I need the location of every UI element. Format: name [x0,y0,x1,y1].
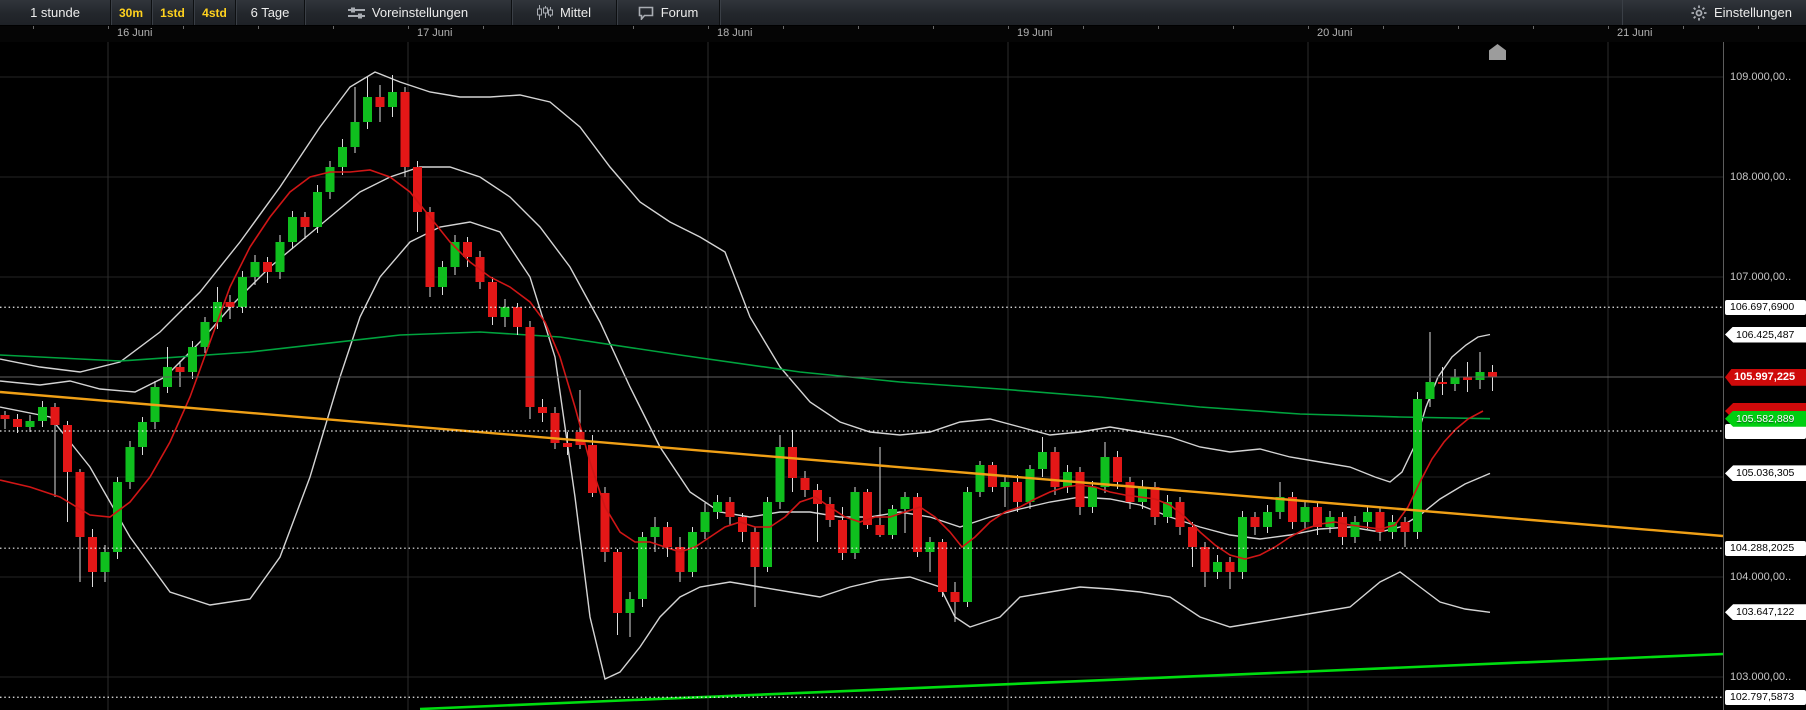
speech-bubble-icon [638,6,654,21]
timeframe-current-label: 1 stunde [30,5,80,20]
time-label: 18 Juni [717,27,753,39]
mittel-button[interactable]: Mittel [512,0,617,25]
timeframe-current-button[interactable]: 1 stunde [0,0,111,25]
candlestick-icon [536,5,553,20]
ma-green-tag: 105.582,889 [1725,410,1806,427]
toolbar: 1 stunde 30m 1std 4std 6 Tage Voreinstel… [0,0,1806,26]
einstellungen-button[interactable]: Einstellungen [1622,0,1806,25]
time-label: 16 Juni [117,27,153,39]
voreinstellungen-button[interactable]: Voreinstellungen [305,0,512,25]
chart-svg [0,42,1724,710]
forum-button[interactable]: Forum [617,0,720,25]
timeframe-4std-button[interactable]: 4std [194,0,236,25]
bollinger-middle-line [0,166,1491,540]
axis-price-label: 108.000,00.. [1730,170,1792,183]
alert-level-tag[interactable]: 102.797,5873 [1725,689,1806,705]
indicator-value-tag: 103.647,122 [1725,604,1806,621]
alert-level-tag[interactable]: 104.288,2025 [1725,540,1806,556]
time-axis[interactable]: 16 Juni 17 Juni 18 Juni 19 Juni 20 Juni 21 Ju… [0,25,1806,42]
price-axis[interactable]: 109.000,00.. 108.000,00.. 107.000,00.. 104.… [1723,42,1806,710]
axis-price-label: 107.000,00.. [1730,270,1792,283]
timeframe-30m-button[interactable]: 30m [111,0,152,25]
axis-price-label: 109.000,00.. [1730,70,1792,83]
time-label: 21 Juni [1617,27,1653,39]
trendline-green [419,652,1724,710]
gear-icon [1691,5,1707,21]
trendline-orange [0,390,1724,538]
axis-price-label: 103.000,00.. [1730,670,1792,683]
indicator-value-tag: 105.036,305 [1725,465,1806,482]
time-label: 20 Juni [1317,27,1353,39]
candle-wicks [4,75,1493,637]
axis-price-label: 104.000,00.. [1730,570,1792,583]
time-label: 19 Juni [1017,27,1053,39]
alert-level-tag[interactable]: 106.697,6900 [1725,299,1806,315]
chart-canvas[interactable] [0,0,1724,710]
indicator-value-tag: 106.425,487 [1725,326,1806,343]
trading-app: 1 stunde 30m 1std 4std 6 Tage Voreinstel… [0,0,1806,710]
time-label: 17 Juni [417,27,453,39]
ma-slow-green-line [0,331,1491,420]
timeframe-1std-button[interactable]: 1std [152,0,194,25]
range-6tage-button[interactable]: 6 Tage [236,0,305,25]
candles-down [0,92,1497,613]
last-price-tag[interactable]: 105.997,225 [1725,368,1806,386]
sliders-icon [347,6,365,20]
